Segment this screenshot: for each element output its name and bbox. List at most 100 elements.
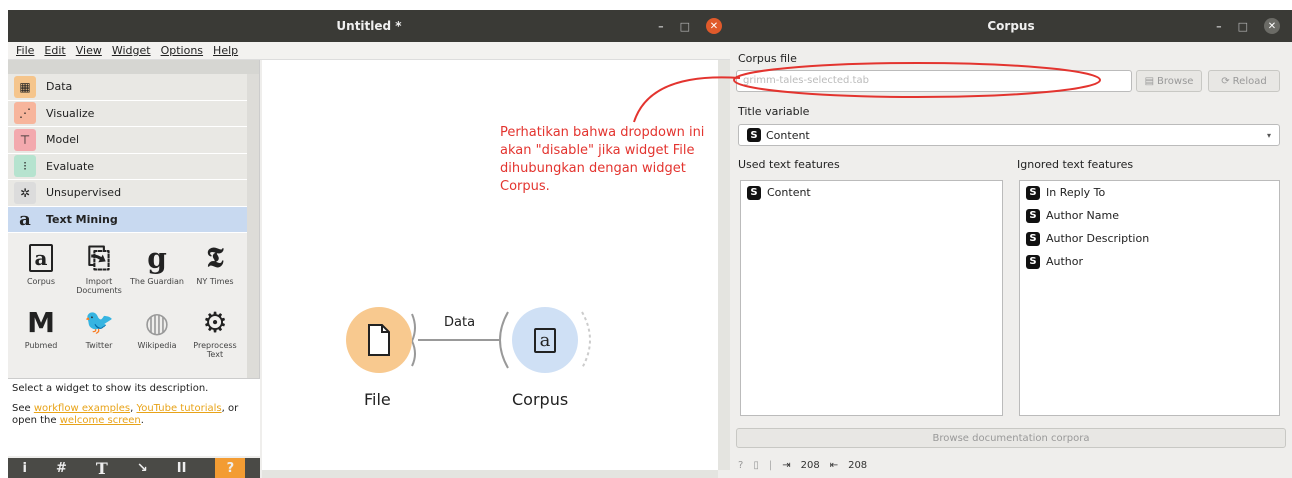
widget-label: Preprocess Text	[193, 341, 237, 359]
corpus-node[interactable]: a	[512, 307, 578, 373]
toolbox-header	[8, 60, 259, 74]
file-output-arc	[411, 313, 416, 342]
menu-bar: File Edit View Widget Options Help	[8, 42, 730, 60]
youtube-tutorials-link[interactable]: YouTube tutorials	[136, 403, 221, 414]
widget-the-guardian[interactable]: g The Guardian	[128, 239, 186, 303]
category-unsupervised[interactable]: ✲ Unsupervised	[8, 180, 247, 207]
category-label: Evaluate	[46, 159, 95, 173]
category-visualize[interactable]: ⋰ Visualize	[8, 100, 247, 127]
link-layer	[411, 311, 591, 369]
category-data[interactable]: ▦ Data	[8, 74, 247, 101]
maximize-icon[interactable]: □	[680, 20, 690, 33]
pause-button[interactable]: II	[177, 461, 187, 476]
text-annotation-button[interactable]: T	[96, 459, 108, 478]
welcome-screen-link[interactable]: welcome screen	[60, 415, 141, 426]
window-title: Untitled *	[336, 19, 402, 33]
widget-label: Twitter	[85, 341, 113, 350]
used-features-label: Used text features	[738, 158, 840, 171]
widget-import-documents[interactable]: ⎘ Import Documents	[70, 239, 128, 303]
category-evaluate[interactable]: ⁝ Evaluate	[8, 153, 247, 180]
canvas-horizontal-scrollbar[interactable]	[262, 470, 718, 478]
orange-canvas-window: Untitled * – □ ✕ File Edit View Widget O…	[8, 10, 730, 478]
description-links: See workflow examples, YouTube tutorials…	[12, 403, 239, 426]
list-item[interactable]: S Content	[741, 181, 1002, 204]
output-icon: ⇤	[829, 460, 839, 471]
category-label: Text Mining	[46, 212, 118, 226]
category-label: Data	[46, 80, 73, 94]
menu-widget[interactable]: Widget	[112, 44, 151, 57]
browse-button[interactable]: ▤ Browse	[1136, 70, 1202, 92]
import-documents-icon: ⎘	[87, 241, 111, 274]
category-text-mining[interactable]: a Text Mining	[8, 206, 247, 233]
toolbox-bottom-bar: i # T ↘ II ?	[8, 458, 260, 478]
list-item[interactable]: S Author	[1020, 250, 1279, 273]
input-count: 208	[800, 460, 820, 471]
twitter-icon: 🐦	[84, 308, 114, 336]
used-features-list[interactable]: S Content	[740, 180, 1003, 416]
widget-pubmed[interactable]: M Pubmed	[12, 303, 70, 367]
output-count: 208	[848, 460, 868, 471]
file-node-label: File	[364, 390, 391, 409]
minimize-icon[interactable]: –	[1216, 20, 1222, 33]
string-variable-icon: S	[1026, 231, 1040, 246]
unsupervised-icon: ✲	[14, 181, 36, 204]
window-title: Corpus	[987, 19, 1035, 33]
data-icon: ▦	[14, 75, 36, 98]
input-icon: ⇥	[782, 460, 791, 471]
string-variable-icon: S	[1026, 185, 1040, 200]
minimize-icon[interactable]: –	[658, 20, 664, 33]
reload-button[interactable]: ⟳ Reload	[1208, 70, 1280, 92]
menu-view[interactable]: View	[76, 44, 102, 57]
list-item[interactable]: S In Reply To	[1020, 181, 1279, 204]
widget-wikipedia[interactable]: ◍ Wikipedia	[128, 303, 186, 367]
close-icon[interactable]: ✕	[706, 18, 722, 34]
reload-icon: ⟳	[1221, 75, 1230, 87]
menu-edit[interactable]: Edit	[44, 44, 65, 57]
widget-twitter[interactable]: 🐦 Twitter	[70, 303, 128, 367]
maximize-icon[interactable]: □	[1238, 20, 1248, 33]
status-bar: ? ▯ | ⇥ 208 ⇤ 208	[738, 460, 867, 471]
corpus-icon: a	[28, 239, 54, 277]
link-label: Data	[444, 315, 476, 330]
menu-file[interactable]: File	[16, 44, 34, 57]
list-item[interactable]: S Author Description	[1020, 227, 1279, 250]
report-icon[interactable]: ▯	[753, 460, 759, 471]
workflow-canvas[interactable]: Data File a Corpus	[262, 60, 718, 470]
widget-corpus[interactable]: a Corpus	[12, 239, 70, 303]
ny-times-icon: 𝕿	[206, 241, 224, 274]
grid-button[interactable]: #	[56, 461, 67, 476]
arrow-annotation-button[interactable]: ↘	[137, 461, 148, 476]
chevron-down-icon: ▾	[1266, 130, 1271, 140]
info-button[interactable]: i	[23, 461, 27, 476]
widget-ny-times[interactable]: 𝕿 NY Times	[186, 239, 244, 303]
corpus-file-label: Corpus file	[738, 52, 797, 65]
canvas-vertical-scrollbar[interactable]	[718, 60, 730, 470]
category-label: Model	[46, 133, 80, 147]
title-variable-dropdown[interactable]: S Content ▾	[738, 124, 1280, 146]
category-label: Visualize	[46, 106, 95, 120]
corpus-node-label: Corpus	[512, 390, 569, 409]
title-bar: Untitled * – □ ✕	[8, 10, 730, 42]
workflow-examples-link[interactable]: workflow examples	[34, 403, 130, 414]
help-button[interactable]: ?	[215, 458, 246, 478]
file-node[interactable]	[346, 307, 412, 373]
close-icon[interactable]: ✕	[1264, 18, 1280, 34]
widget-description-panel: Select a widget to show its description.…	[8, 378, 260, 456]
toolbox-scrollbar[interactable]	[247, 74, 259, 380]
help-icon[interactable]: ?	[738, 460, 743, 471]
menu-help[interactable]: Help	[213, 44, 238, 57]
ignored-features-label: Ignored text features	[1017, 158, 1134, 171]
window-controls: – □ ✕	[1216, 10, 1280, 42]
file-icon	[368, 324, 390, 356]
menu-options[interactable]: Options	[161, 44, 203, 57]
corpus-output-arc	[581, 311, 591, 369]
widget-preprocess-text[interactable]: ⚙ Preprocess Text	[186, 303, 244, 367]
ignored-features-list[interactable]: S In Reply To S Author Name S Author Descri…	[1019, 180, 1280, 416]
category-model[interactable]: ⊤ Model	[8, 127, 247, 154]
corpus-icon: a	[533, 327, 557, 353]
widget-toolbox: ▦ Data ⋰ Visualize ⊤ Model ⁝ Evaluate ✲ Unsup…	[8, 60, 260, 380]
corpus-file-dropdown[interactable]: grimm-tales-selected.tab	[736, 70, 1132, 92]
list-item[interactable]: S Author Name	[1020, 204, 1279, 227]
browse-documentation-corpora-button[interactable]: Browse documentation corpora	[736, 428, 1286, 448]
divider: |	[768, 460, 773, 471]
